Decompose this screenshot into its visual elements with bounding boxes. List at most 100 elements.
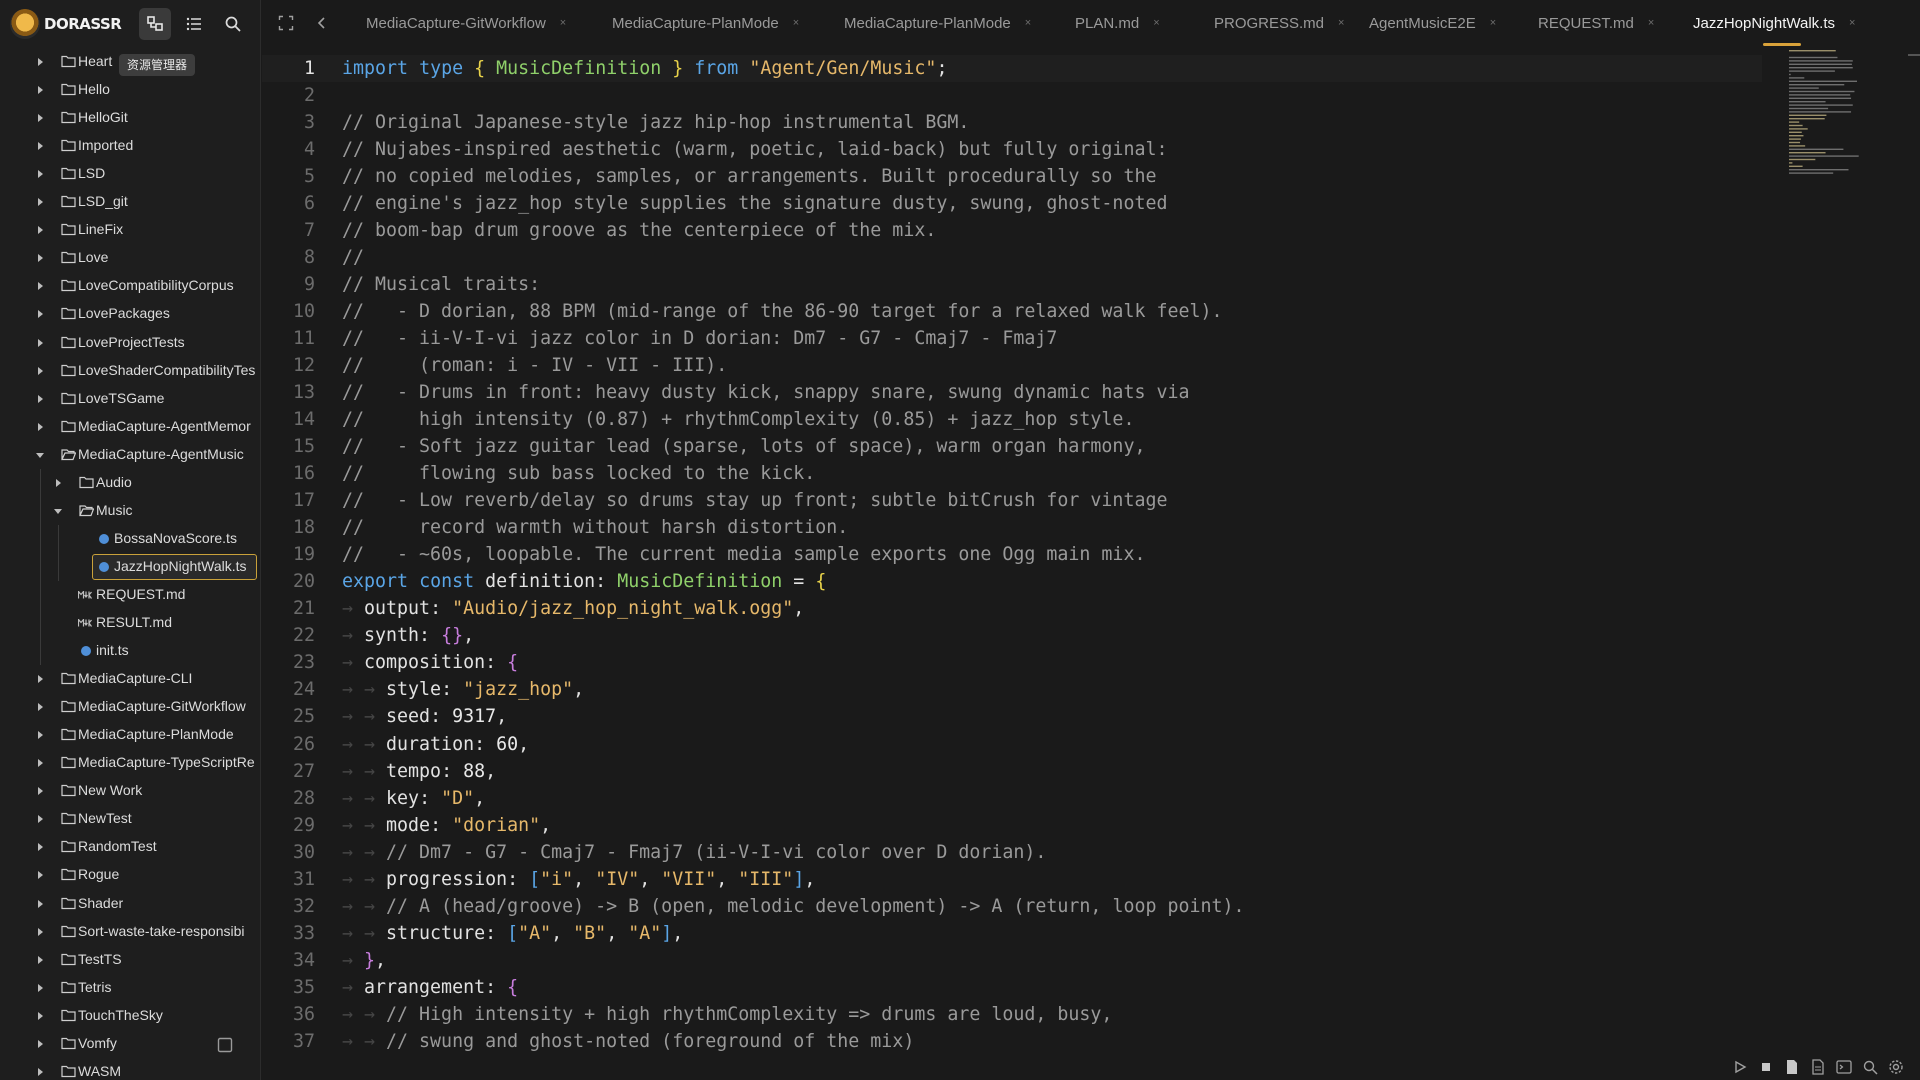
code-line[interactable]: 20 export const definition: MusicDefiniti… (262, 568, 1762, 595)
terminal-button[interactable] (1835, 1058, 1853, 1076)
caret-right-icon[interactable] (34, 869, 46, 881)
code-line[interactable]: 24 → → style: "jazz_hop", (262, 676, 1762, 703)
tab-close-icon[interactable]: × (1025, 17, 1031, 29)
code-line[interactable]: 23 → composition: { (262, 649, 1762, 676)
caret-right-icon[interactable] (34, 337, 46, 349)
tree-folder-item[interactable]: Shader (0, 890, 260, 918)
code-line[interactable]: 21 → output: "Audio/jazz_hop_night_walk.o… (262, 595, 1762, 622)
tree-folder-item[interactable]: MediaCapture-AgentMemor (0, 413, 260, 441)
caret-right-icon[interactable] (34, 729, 46, 741)
tree-folder-item[interactable]: Music (0, 496, 260, 525)
tree-folder-item[interactable]: RandomTest (0, 833, 260, 861)
tab-close-icon[interactable]: × (560, 17, 566, 29)
tree-folder-item[interactable]: Love (0, 244, 260, 272)
caret-down-icon[interactable] (52, 505, 64, 517)
code-editor[interactable]: 1 import type { MusicDefinition } from "A… (262, 46, 1920, 1054)
back-button[interactable] (312, 13, 332, 33)
tree-folder-item[interactable]: Rogue (0, 861, 260, 889)
code-line[interactable]: 25 → → seed: 9317, (262, 703, 1762, 730)
caret-right-icon[interactable] (34, 954, 46, 966)
caret-right-icon[interactable] (34, 982, 46, 994)
tab-close-icon[interactable]: × (1153, 17, 1159, 29)
code-line[interactable]: 6 // engine's jazz_hop style supplies the… (262, 190, 1762, 217)
caret-right-icon[interactable] (34, 1038, 46, 1050)
editor-tab[interactable]: PROGRESS.md × (1214, 0, 1344, 46)
settings-button[interactable] (1887, 1058, 1905, 1076)
tree-folder-item[interactable]: Audio (0, 468, 260, 497)
tree-folder-item[interactable]: MediaCapture-TypeScriptRe (0, 749, 260, 777)
tree-folder-item[interactable]: NewTest (0, 805, 260, 833)
tree-folder-item[interactable]: LoveShaderCompatibilityTes (0, 357, 260, 385)
caret-right-icon[interactable] (34, 421, 46, 433)
tree-folder-item[interactable]: LSD (0, 160, 260, 188)
code-line[interactable]: 4 // Nujabes-inspired aesthetic (warm, po… (262, 136, 1762, 163)
caret-right-icon[interactable] (34, 757, 46, 769)
caret-right-icon[interactable] (34, 701, 46, 713)
run-button[interactable] (1731, 1058, 1749, 1076)
code-line[interactable]: 22 → synth: {}, (262, 622, 1762, 649)
code-line[interactable]: 32 → → // A (head/groove) -> B (open, mel… (262, 893, 1762, 920)
caret-right-icon[interactable] (34, 365, 46, 377)
code-line[interactable]: 30 → → // Dm7 - G7 - Cmaj7 - Fmaj7 (ii-V-… (262, 839, 1762, 866)
caret-right-icon[interactable] (34, 393, 46, 405)
caret-right-icon[interactable] (34, 785, 46, 797)
caret-right-icon[interactable] (52, 477, 64, 489)
code-line[interactable]: 1 import type { MusicDefinition } from "A… (262, 55, 1762, 82)
tree-folder-item[interactable]: Sort-waste-take-responsibi (0, 918, 260, 946)
caret-right-icon[interactable] (34, 140, 46, 152)
code-line[interactable]: 12 // (roman: i - IV - VII - III). (262, 352, 1762, 379)
status-search-button[interactable] (1861, 1058, 1879, 1076)
tree-file-item[interactable]: REQUEST.md (0, 580, 260, 609)
tree-folder-item[interactable]: HelloGit (0, 104, 260, 132)
caret-right-icon[interactable] (34, 84, 46, 96)
explorer-toggle-button[interactable] (139, 8, 171, 40)
code-line[interactable]: 29 → → mode: "dorian", (262, 812, 1762, 839)
caret-right-icon[interactable] (34, 813, 46, 825)
tree-folder-item[interactable]: MediaCapture-CLI (0, 665, 260, 693)
stop-button[interactable] (1757, 1058, 1775, 1076)
minimap[interactable] (1787, 48, 1867, 188)
search-button[interactable] (217, 8, 249, 40)
code-line[interactable]: 7 // boom-bap drum groove as the centerpi… (262, 217, 1762, 244)
tree-folder-item[interactable]: WASM (0, 1058, 260, 1080)
tab-close-icon[interactable]: × (1849, 17, 1855, 29)
tree-file-item[interactable]: RESULT.md (0, 609, 260, 637)
editor-tab[interactable]: AgentMusicE2E × (1369, 0, 1496, 46)
outline-list-button[interactable] (178, 8, 210, 40)
code-line[interactable]: 9 // Musical traits: (262, 271, 1762, 298)
code-line[interactable]: 33 → → structure: ["A", "B", "A"], (262, 920, 1762, 947)
tree-folder-item[interactable]: MediaCapture-AgentMusic (0, 441, 260, 469)
code-line[interactable]: 13 // - Drums in front: heavy dusty kick,… (262, 379, 1762, 406)
tab-close-icon[interactable]: × (1490, 17, 1496, 29)
caret-right-icon[interactable] (34, 280, 46, 292)
code-line[interactable]: 8 // (262, 244, 1762, 271)
caret-right-icon[interactable] (34, 112, 46, 124)
code-line[interactable]: 34 → }, (262, 947, 1762, 974)
tree-folder-item[interactable]: LoveTSGame (0, 385, 260, 413)
tree-file-item[interactable]: BossaNovaScore.ts (0, 524, 260, 553)
tree-folder-item[interactable]: MediaCapture-PlanMode (0, 721, 260, 749)
code-line[interactable]: 19 // - ~60s, loopable. The current media… (262, 541, 1762, 568)
caret-right-icon[interactable] (34, 926, 46, 938)
code-line[interactable]: 15 // - Soft jazz guitar lead (sparse, lo… (262, 433, 1762, 460)
editor-tab[interactable]: JazzHopNightWalk.ts × (1693, 0, 1855, 46)
tab-close-icon[interactable]: × (1338, 17, 1344, 29)
tree-folder-item[interactable]: LoveProjectTests (0, 329, 260, 357)
tree-folder-item[interactable]: LSD_git (0, 188, 260, 216)
tree-file-item[interactable]: JazzHopNightWalk.ts (0, 552, 260, 581)
code-line[interactable]: 3 // Original Japanese-style jazz hip-hop… (262, 109, 1762, 136)
code-line[interactable]: 37 → → // swung and ghost-noted (foregrou… (262, 1028, 1762, 1054)
tree-folder-item[interactable]: MediaCapture-GitWorkflow (0, 693, 260, 721)
tree-folder-item[interactable]: LineFix (0, 216, 260, 244)
caret-down-icon[interactable] (34, 449, 46, 461)
caret-right-icon[interactable] (34, 841, 46, 853)
tree-folder-item[interactable]: Hello (0, 76, 260, 104)
tree-folder-item[interactable]: Imported (0, 132, 260, 160)
sidebar-collapse-button[interactable] (214, 1034, 236, 1056)
document-button[interactable] (1809, 1058, 1827, 1076)
caret-right-icon[interactable] (34, 252, 46, 264)
code-line[interactable]: 14 // high intensity (0.87) + rhythmCompl… (262, 406, 1762, 433)
caret-right-icon[interactable] (34, 224, 46, 236)
tree-folder-item[interactable]: Tetris (0, 974, 260, 1002)
caret-right-icon[interactable] (34, 196, 46, 208)
